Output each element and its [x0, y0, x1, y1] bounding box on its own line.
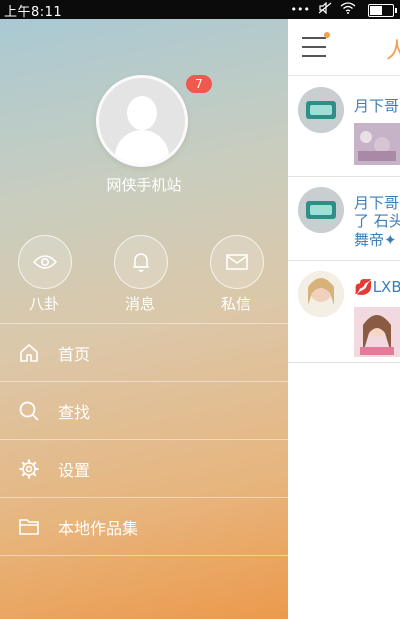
status-time: 上午8:11 [4, 5, 63, 20]
divider [0, 497, 288, 498]
author-name[interactable]: 月下哥 [354, 192, 399, 213]
post-text: 了 石头 [354, 212, 400, 230]
avatar[interactable] [298, 271, 344, 317]
menu-item-home[interactable]: 首页 [0, 325, 288, 381]
search-icon [19, 401, 39, 421]
wifi-icon [340, 2, 356, 18]
menu-item-settings[interactable]: 设置 [0, 441, 288, 497]
post-text: 舞帝✦ [354, 231, 397, 249]
messages-button[interactable] [114, 235, 168, 289]
feed-item[interactable]: 月下哥 [288, 83, 400, 177]
feed-item[interactable]: 月下哥 了 石头 舞帝✦ [288, 178, 400, 261]
menu-item-label: 设置 [58, 461, 91, 480]
divider [0, 555, 288, 556]
profile-avatar[interactable] [96, 75, 188, 167]
main-content: 人 月下哥 月下哥 了 石头 舞帝✦ 💋LXB. [288, 19, 400, 619]
home-icon [20, 343, 38, 362]
avatar [96, 75, 188, 167]
avatar-body-shape [115, 130, 169, 164]
menu-item-label: 首页 [58, 345, 91, 364]
mail-icon [226, 254, 248, 270]
unread-dot [324, 32, 330, 38]
eye-icon [32, 255, 58, 269]
mute-icon [318, 1, 332, 18]
private-message-label: 私信 [220, 295, 251, 313]
avatar[interactable] [298, 187, 344, 233]
divider [0, 323, 288, 324]
avatar-head-shape [127, 96, 157, 130]
status-bar: 上午8:11 ••• [0, 0, 400, 20]
notification-badge: 7 [186, 75, 212, 93]
tab-label[interactable]: 人 [386, 33, 400, 65]
gear-icon [19, 459, 39, 479]
menu-item-search[interactable]: 查找 [0, 383, 288, 439]
messages-label: 消息 [124, 295, 155, 313]
menu-item-label: 本地作品集 [58, 519, 139, 538]
post-thumbnail[interactable] [354, 123, 400, 165]
feed-item[interactable]: 💋LXB. [288, 262, 400, 363]
username[interactable]: 网侠手机站 [0, 174, 288, 195]
private-message-button[interactable] [210, 235, 264, 289]
gossip-button[interactable] [18, 235, 72, 289]
lips-icon: 💋 [354, 278, 373, 296]
divider [0, 439, 288, 440]
dots-icon: ••• [290, 3, 310, 16]
gossip-label: 八卦 [28, 295, 59, 313]
battery-icon [368, 3, 397, 17]
menu-item-label: 查找 [58, 403, 91, 422]
status-icons: ••• [290, 1, 397, 18]
menu-icon[interactable] [302, 37, 326, 57]
top-bar: 人 [288, 19, 400, 76]
author-name-row[interactable]: 💋LXB. [354, 278, 400, 296]
bell-icon [133, 253, 149, 272]
author-name[interactable]: 月下哥 [354, 95, 399, 116]
author-name: LXB. [372, 278, 400, 296]
menu-item-local-collection[interactable]: 本地作品集 [0, 499, 288, 555]
folder-icon [19, 519, 39, 535]
avatar[interactable] [298, 87, 344, 133]
divider [0, 381, 288, 382]
post-thumbnail[interactable] [354, 307, 400, 357]
side-drawer: 7 网侠手机站 八卦 消息 私信 首页 查找 设置 本地作品集 [0, 19, 288, 619]
